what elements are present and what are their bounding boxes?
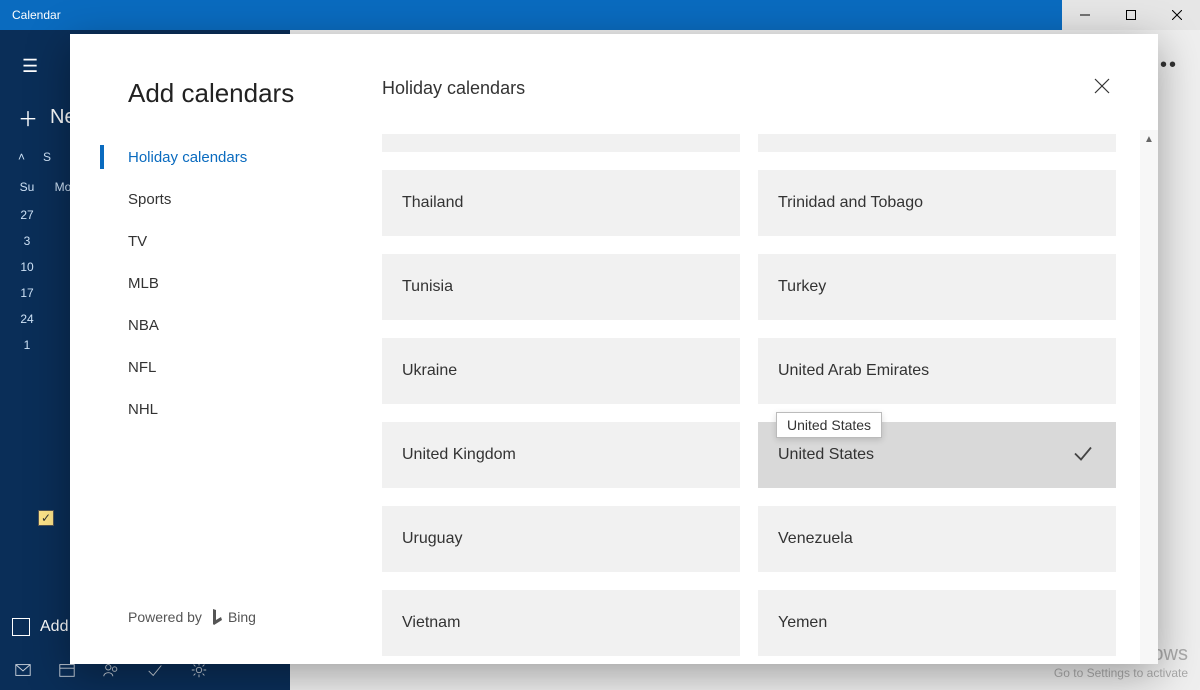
calendar-item-united-kingdom[interactable]: United Kingdom	[382, 422, 740, 488]
calendar-item-thailand[interactable]: Thailand	[382, 170, 740, 236]
calendar-item-label: United States	[778, 446, 874, 464]
category-label: TV	[128, 233, 147, 250]
check-icon	[1072, 442, 1094, 469]
chevron-up-icon[interactable]: ˄	[18, 150, 25, 164]
plus-icon: ＋	[18, 103, 38, 132]
calendar-item-vietnam[interactable]: Vietnam	[382, 590, 740, 656]
mail-icon[interactable]	[14, 661, 32, 679]
category-sports[interactable]: Sports	[100, 179, 352, 219]
window-minimize-button[interactable]	[1062, 0, 1108, 30]
modal-footer: Powered by Bing	[128, 608, 352, 644]
calendar-item-peek[interactable]	[382, 134, 740, 152]
category-mlb[interactable]: MLB	[100, 263, 352, 303]
category-label: Holiday calendars	[128, 149, 247, 166]
mini-header-text: S	[43, 150, 51, 164]
category-nhl[interactable]: NHL	[100, 389, 352, 429]
window-close-button[interactable]	[1154, 0, 1200, 30]
bing-text: Bing	[228, 609, 256, 625]
mini-date[interactable]: 3	[18, 234, 36, 248]
watermark-line2: Go to Settings to activate	[1030, 666, 1188, 680]
add-calendars-modal: Add calendars Holiday calendars Sports T…	[70, 34, 1158, 664]
bing-logo: Bing	[210, 608, 256, 626]
tooltip: United States	[776, 412, 882, 438]
calendar-item-label: Yemen	[778, 614, 827, 632]
mini-date[interactable]: 1	[18, 338, 36, 352]
category-label: NHL	[128, 401, 158, 418]
calendar-item-label: United Kingdom	[402, 446, 516, 464]
category-label: NFL	[128, 359, 156, 376]
calendar-item-label: Ukraine	[402, 362, 457, 380]
calendar-item-tunisia[interactable]: Tunisia	[382, 254, 740, 320]
mini-day-su: Su	[18, 180, 36, 194]
calendar-item-label: Uruguay	[402, 530, 462, 548]
calendar-item-venezuela[interactable]: Venezuela	[758, 506, 1116, 572]
calendar-item-uruguay[interactable]: Uruguay	[382, 506, 740, 572]
category-tv[interactable]: TV	[100, 221, 352, 261]
category-nba[interactable]: NBA	[100, 305, 352, 345]
close-icon	[1094, 78, 1110, 94]
calendar-item-turkey[interactable]: Turkey	[758, 254, 1116, 320]
calendar-item-ukraine[interactable]: Ukraine	[382, 338, 740, 404]
panel-title: Holiday calendars	[382, 78, 1116, 99]
window-titlebar: Calendar	[0, 0, 1200, 30]
calendar-item-label: Venezuela	[778, 530, 853, 548]
category-list: Holiday calendars Sports TV MLB NBA NFL …	[100, 137, 352, 429]
scrollbar[interactable]: ▲	[1140, 130, 1158, 664]
modal-sidebar: Add calendars Holiday calendars Sports T…	[70, 34, 382, 664]
modal-title: Add calendars	[128, 78, 352, 109]
calendar-item-united-arab-emirates[interactable]: United Arab Emirates	[758, 338, 1116, 404]
modal-main: Holiday calendars Thailand Trinidad and …	[382, 34, 1158, 664]
bing-icon	[210, 608, 224, 626]
calendar-item-label: Thailand	[402, 194, 463, 212]
category-label: Sports	[128, 191, 171, 208]
calendar-checkbox[interactable]: ✓	[38, 510, 54, 526]
calendar-list: Thailand Trinidad and Tobago Tunisia Tur…	[382, 134, 1116, 664]
category-holiday-calendars[interactable]: Holiday calendars	[100, 137, 352, 177]
calendar-item-label: United Arab Emirates	[778, 362, 929, 380]
calendar-item-peek[interactable]	[758, 134, 1116, 152]
mini-date[interactable]: 10	[18, 260, 36, 274]
calendar-item-label: Tunisia	[402, 278, 453, 296]
calendar-item-trinidad-and-tobago[interactable]: Trinidad and Tobago	[758, 170, 1116, 236]
modal-close-button[interactable]	[1094, 78, 1114, 98]
calendar-item-label: Vietnam	[402, 614, 460, 632]
category-nfl[interactable]: NFL	[100, 347, 352, 387]
calendar-item-label: Turkey	[778, 278, 826, 296]
mini-date[interactable]: 27	[18, 208, 36, 222]
window-maximize-button[interactable]	[1108, 0, 1154, 30]
scroll-up-icon[interactable]: ▲	[1140, 130, 1158, 148]
window-title: Calendar	[0, 8, 1062, 22]
calendar-item-yemen[interactable]: Yemen	[758, 590, 1116, 656]
category-label: NBA	[128, 317, 159, 334]
mini-date[interactable]: 17	[18, 286, 36, 300]
mini-date[interactable]: 24	[18, 312, 36, 326]
powered-by-label: Powered by	[128, 609, 202, 625]
calendar-item-label: Trinidad and Tobago	[778, 194, 923, 212]
calendar-add-icon	[12, 618, 30, 636]
category-label: MLB	[128, 275, 159, 292]
